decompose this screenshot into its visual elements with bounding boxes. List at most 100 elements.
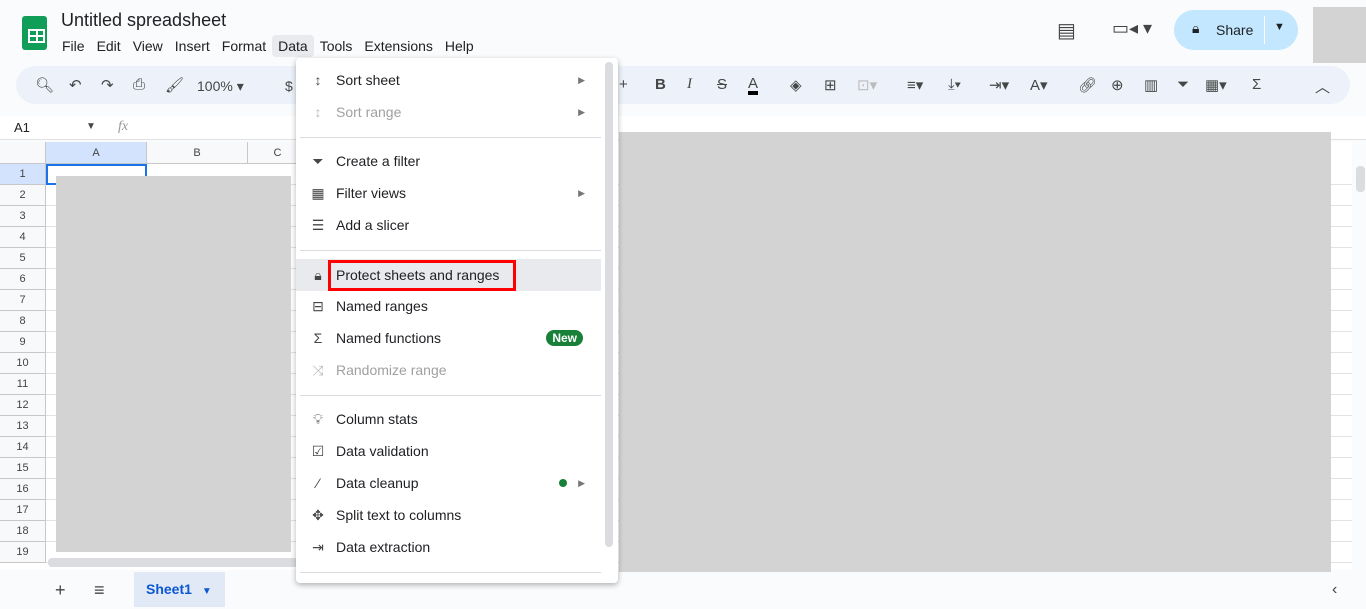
row-header[interactable]: 1 [0,164,46,185]
row-header[interactable]: 13 [0,416,46,437]
menu-item-column-stats[interactable]: 💡︎ Column stats [296,403,601,435]
menu-item-filter-views[interactable]: ▦ Filter views ▶ [296,177,601,209]
menu-item-named-ranges[interactable]: ⊟ Named ranges [296,290,601,322]
italic-icon[interactable]: I [687,76,692,93]
redo-icon[interactable]: ↷ [101,76,114,94]
borders-icon[interactable]: ⊞ [824,76,837,94]
slicer-icon: ☰ [311,217,325,233]
add-sheet-icon[interactable]: + [55,580,66,601]
document-title[interactable]: Untitled spreadsheet [61,10,226,31]
vertical-align-icon[interactable]: ⤓▾ [948,76,961,93]
search-icon[interactable]: 🔍︎ [35,76,54,94]
row-header[interactable]: 18 [0,521,46,542]
merge-cells-icon[interactable]: ⊡▾ [857,76,877,94]
menu-item-add-a-slicer[interactable]: ☰ Add a slicer [296,209,601,241]
share-button[interactable]: 🔒︎ Share ▼ [1174,10,1298,50]
strikethrough-icon[interactable]: S [717,76,727,93]
menu-view[interactable]: View [127,35,169,57]
chart-icon[interactable]: ▥ [1144,76,1158,94]
menu-item-data-extraction[interactable]: ⇥ Data extraction [296,531,601,563]
name-box[interactable]: A1 [14,120,30,135]
name-box-dropdown-icon[interactable]: ▼ [86,121,96,132]
row-header[interactable]: 12 [0,395,46,416]
undo-icon[interactable]: ↶ [69,76,82,94]
menu-format[interactable]: Format [216,35,272,57]
row-header[interactable]: 16 [0,479,46,500]
menu-extensions[interactable]: Extensions [358,35,438,57]
row-header[interactable]: 8 [0,311,46,332]
tab-sheet1[interactable]: Sheet1 ▼ [134,572,225,607]
currency-button[interactable]: $ [285,78,293,94]
row-header[interactable]: 15 [0,458,46,479]
menu-item-sort-range[interactable]: ↕ Sort range ▶ [296,96,601,128]
menu-item-label: Create a filter [336,153,421,169]
text-rotation-icon[interactable]: A▾ [1030,76,1048,94]
functions-icon[interactable]: Σ [1252,76,1261,93]
row-header[interactable]: 10 [0,353,46,374]
vertical-scrollbar[interactable] [1356,166,1365,192]
submenu-arrow-icon: ▶ [578,188,585,198]
comments-icon[interactable]: ▤ [1057,18,1076,43]
menu-item-sort-sheet[interactable]: ↕ Sort sheet ▶ [296,64,601,96]
all-sheets-icon[interactable]: ≡ [94,580,105,601]
menu-item-protect-sheets-and-ranges[interactable]: 🔒︎ Protect sheets and ranges [296,259,601,291]
sheets-logo[interactable] [22,16,47,50]
menu-item-data-cleanup[interactable]: ⁄ Data cleanup ▶ [296,467,601,499]
menu-tools[interactable]: Tools [314,35,359,57]
comment-icon[interactable]: ⊕ [1111,76,1124,94]
lock-icon: 🔒︎ [1192,20,1200,36]
menu-item-named-functions[interactable]: Σ Named functions New [296,322,601,354]
menu-item-split-text-to-columns[interactable]: ✥ Split text to columns [296,499,601,531]
lock-icon: 🔒︎ [314,267,322,283]
row-header[interactable]: 17 [0,500,46,521]
row-header[interactable]: 11 [0,374,46,395]
menu-item-randomize-range[interactable]: ⤨ Randomize range [296,354,601,386]
fill-color-icon[interactable]: ◈ [790,76,802,94]
row-header[interactable]: 4 [0,227,46,248]
column-header-b[interactable]: B [147,142,248,164]
row-header[interactable]: 3 [0,206,46,227]
magic-wand-icon: ⁄ [316,475,320,491]
share-dropdown-icon[interactable]: ▼ [1274,21,1285,33]
menu-insert[interactable]: Insert [169,35,216,57]
zoom-select[interactable]: 100% ▾ [197,78,244,95]
status-dot-icon [559,479,567,487]
align-icon[interactable]: ≡▾ [907,76,923,94]
menu-scrollbar[interactable] [605,62,613,547]
highlight-box [328,260,516,291]
explore-toggle-icon[interactable]: ‹ [1332,581,1337,599]
sort-icon: ↕ [314,72,322,88]
filter-icon[interactable]: ⏷ [1177,76,1189,93]
submenu-arrow-icon: ▶ [578,107,585,117]
menu-file[interactable]: File [56,35,91,57]
menu-data[interactable]: Data [272,35,314,57]
row-header[interactable]: 2 [0,185,46,206]
row-header[interactable]: 7 [0,290,46,311]
row-header[interactable]: 5 [0,248,46,269]
collapse-toolbar-icon[interactable]: ︿ [1315,76,1330,97]
redacted-region [619,132,1331,572]
row-header[interactable]: 19 [0,542,46,563]
lightbulb-icon: 💡︎ [313,411,323,427]
print-icon[interactable]: ⎙ [133,76,145,93]
menu-edit[interactable]: Edit [91,35,127,57]
filter-views-icon[interactable]: ▦▾ [1205,76,1227,94]
row-header[interactable]: 14 [0,437,46,458]
text-color-icon[interactable]: A [748,76,759,95]
row-header[interactable]: 9 [0,332,46,353]
column-header-a[interactable]: A [46,142,147,164]
bold-icon[interactable]: B [655,76,666,93]
horizontal-scrollbar[interactable] [48,558,298,567]
paint-format-icon[interactable]: 🖌︎ [165,76,184,94]
menu-item-create-a-filter[interactable]: ⏷ Create a filter [296,145,601,177]
extraction-icon: ⇥ [312,539,324,555]
text-wrap-icon[interactable]: ⇥▾ [989,76,1009,94]
increase-font-size-icon[interactable]: + [619,76,628,93]
row-header[interactable]: 6 [0,269,46,290]
link-icon[interactable]: 🔗︎ [1078,76,1097,94]
account-avatar[interactable] [1313,7,1366,63]
menu-help[interactable]: Help [439,35,480,57]
redacted-region [56,176,291,552]
meet-icon[interactable]: ▭◂ ▾ [1112,18,1152,39]
menu-item-data-validation[interactable]: ☑ Data validation [296,435,601,467]
